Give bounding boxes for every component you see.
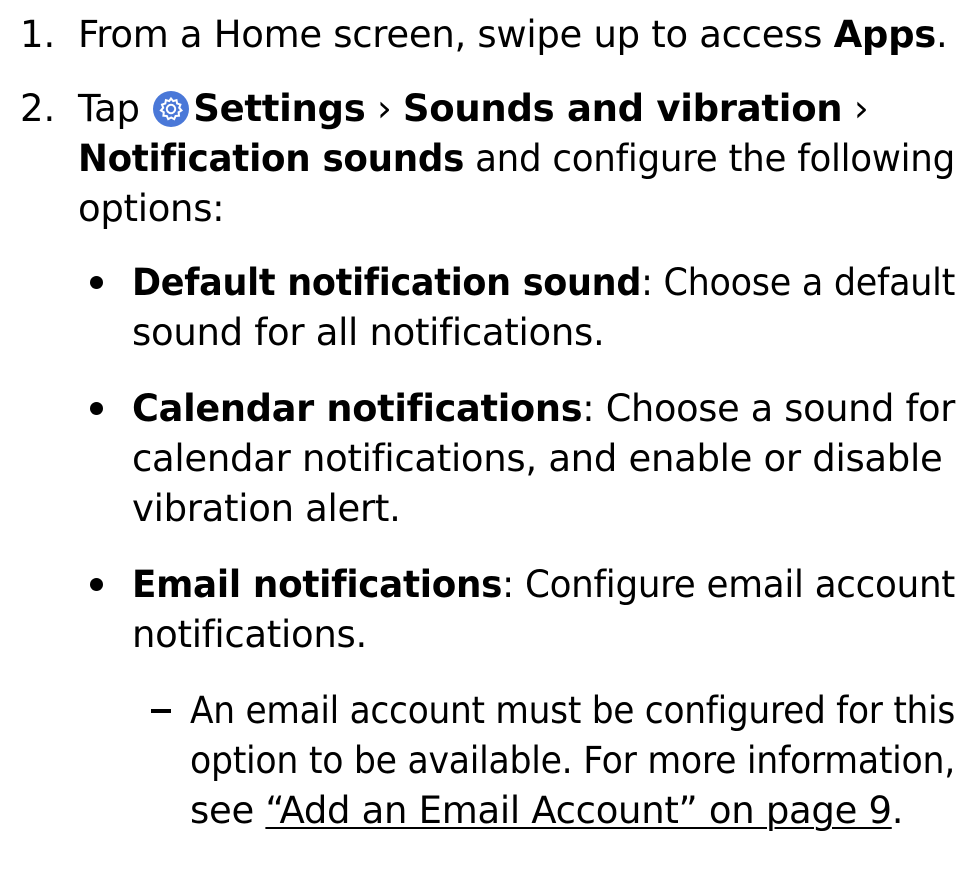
step-number-2: 2.: [20, 87, 56, 130]
gear-icon: [153, 91, 190, 127]
step-2-text-post: and configure the following: [464, 137, 955, 180]
bullet-marker: [90, 402, 103, 415]
notification-sounds-label: Notification sounds: [78, 137, 465, 180]
bullet-3-line-1: Email notifications: Configure email acc…: [132, 562, 955, 608]
bullet-1-title: Default notification sound: [132, 261, 642, 304]
subnote-period: .: [891, 789, 904, 832]
breadcrumb-separator: ›: [376, 87, 392, 130]
step-1-text-pre: From a Home screen, swipe up to access: [78, 13, 834, 56]
subnote-line-1: An email account must be configured for …: [190, 689, 955, 732]
apps-label: Apps: [833, 13, 937, 56]
step-1-text: From a Home screen, swipe up to access A…: [78, 12, 948, 58]
bullet-1-line-1: Default notification sound: Choose a def…: [132, 260, 955, 306]
step-2-line-3: options:: [78, 187, 225, 230]
bullet-2-line-3: vibration alert.: [132, 487, 401, 530]
bullet-3-desc-1: : Configure email account: [502, 563, 956, 606]
subnote-see-text: see: [190, 789, 266, 832]
bullet-marker: [90, 276, 103, 289]
bullet-1-desc-1: : Choose a default: [641, 261, 956, 304]
subnote-line-3: see “Add an Email Account” on page 9.: [190, 788, 904, 834]
step-1-text-post: .: [936, 13, 948, 56]
instructions-page: 1. From a Home screen, swipe up to acces…: [0, 0, 962, 874]
bullet-marker: [90, 578, 103, 591]
bullet-1-line-2: sound for all notifications.: [132, 311, 605, 354]
step-2-line-1: Tap Settings › Sounds and vibration ›: [78, 86, 869, 132]
tap-label: Tap: [78, 87, 140, 130]
bullet-3-line-2: notifications.: [132, 613, 367, 656]
bullet-2-desc-1: : Choose a sound for: [582, 387, 956, 430]
bullet-2-line-2: calendar notifications, and enable or di…: [132, 437, 943, 480]
breadcrumb-separator: ›: [853, 87, 869, 130]
bullet-2-title: Calendar notifications: [132, 387, 583, 430]
dash-marker: [151, 709, 171, 713]
sounds-vibration-label: Sounds and vibration: [402, 87, 843, 130]
bullet-2-line-1: Calendar notifications: Choose a sound f…: [132, 386, 955, 432]
step-2-line-2: Notification sounds and configure the fo…: [78, 136, 955, 182]
step-number-1: 1.: [20, 13, 56, 56]
email-account-link[interactable]: “Add an Email Account” on page 9: [265, 789, 892, 832]
subnote-line-2: option to be available. For more informa…: [190, 739, 955, 782]
bullet-3-title: Email notifications: [132, 563, 503, 606]
settings-label: Settings: [193, 87, 366, 130]
